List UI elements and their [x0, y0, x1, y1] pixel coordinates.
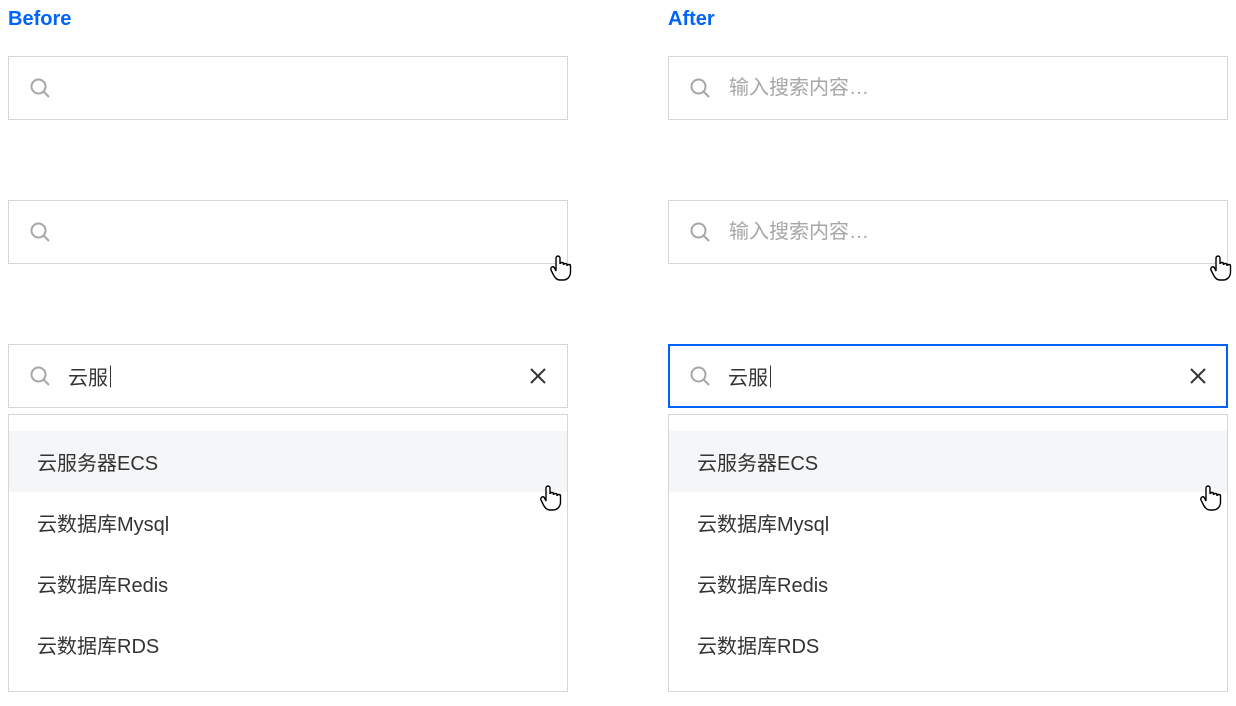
suggestion-item[interactable]: 云数据库Redis [9, 553, 567, 614]
before-search-typing: 云服 云服务器ECS 云数据库Mysql 云数据库Redis 云数据库RDS [8, 344, 568, 692]
suggestion-item[interactable]: 云数据库RDS [669, 614, 1227, 675]
suggestions-dropdown: 云服务器ECS 云数据库Mysql 云数据库Redis 云数据库RDS [668, 414, 1228, 692]
after-search-default [668, 56, 1228, 120]
search-input[interactable] [668, 200, 1228, 264]
search-input[interactable] [8, 344, 568, 408]
clear-icon[interactable] [1188, 366, 1208, 386]
suggestions-dropdown: 云服务器ECS 云数据库Mysql 云数据库Redis 云数据库RDS [8, 414, 568, 692]
before-column: Before 云服 [8, 8, 568, 692]
suggestion-item[interactable]: 云数据库Mysql [669, 492, 1227, 553]
search-input[interactable] [8, 200, 568, 264]
before-search-default [8, 56, 568, 120]
suggestion-item[interactable]: 云服务器ECS [669, 431, 1227, 492]
suggestion-item[interactable]: 云数据库Redis [669, 553, 1227, 614]
after-label: After [668, 8, 1228, 31]
after-search-hover [668, 200, 1228, 264]
suggestion-item[interactable]: 云数据库RDS [9, 614, 567, 675]
suggestion-item[interactable]: 云服务器ECS [9, 431, 567, 492]
before-search-hover [8, 200, 568, 264]
search-input[interactable] [668, 56, 1228, 120]
search-input[interactable] [8, 56, 568, 120]
before-label: Before [8, 8, 568, 31]
search-input[interactable] [668, 344, 1228, 408]
suggestion-item[interactable]: 云数据库Mysql [9, 492, 567, 553]
after-column: After 云服 [668, 8, 1228, 692]
clear-icon[interactable] [528, 366, 548, 386]
after-search-typing: 云服 云服务器ECS 云数据库Mysql 云数据库Redis 云数据库RDS [668, 344, 1228, 692]
